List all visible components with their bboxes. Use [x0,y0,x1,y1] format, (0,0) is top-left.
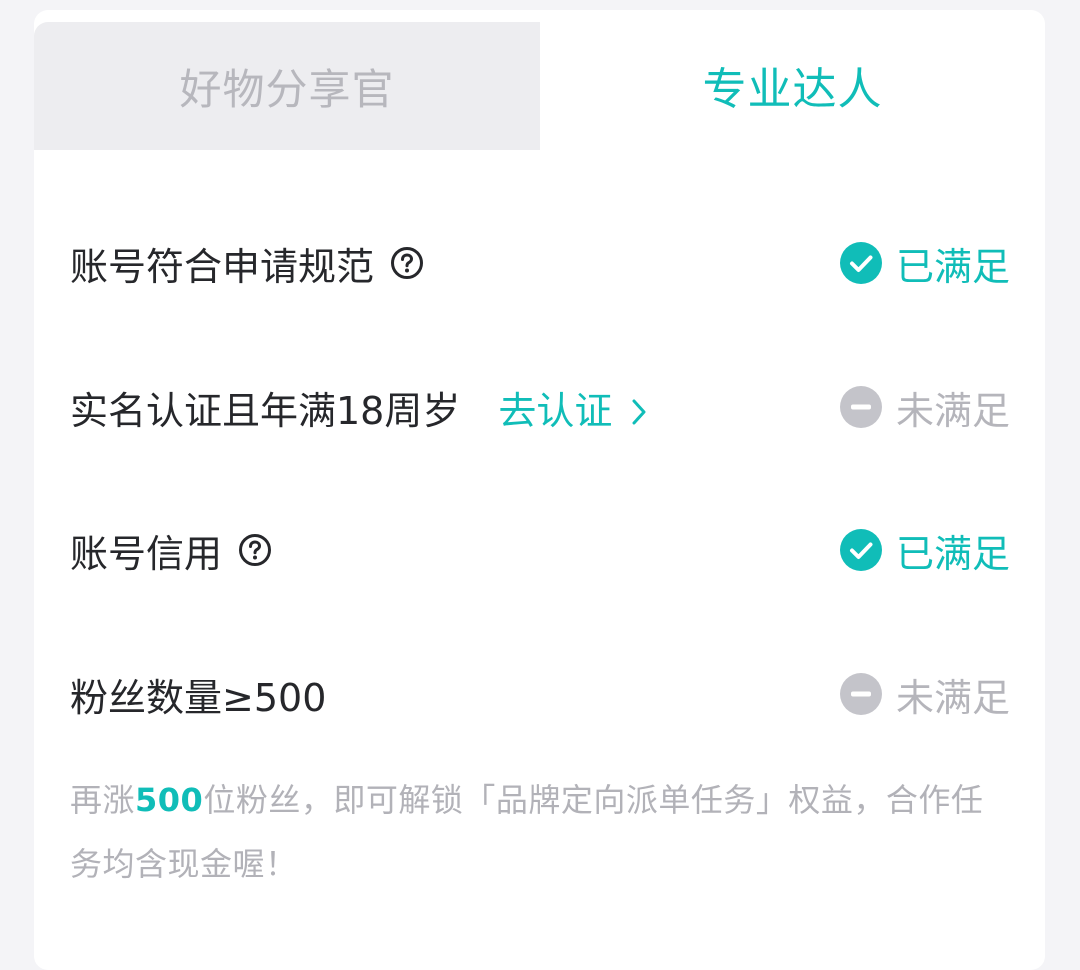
help-icon[interactable] [390,246,424,280]
status-label: 未满足 [895,388,1010,433]
status-unsatisfied: 未满足 [839,372,1010,442]
tab-professional-expert-label: 专业达人 [702,64,883,115]
tab-goods-sharer[interactable]: 好物分享官 [34,22,540,150]
requirement-row-account-credit: 账号信用 已满足 [70,515,1010,585]
check-circle-icon [839,242,882,284]
requirement-label: 账号符合申请规范 [70,244,375,289]
status-label: 已满足 [895,531,1010,576]
tab-professional-expert[interactable]: 专业达人 [540,10,1045,160]
chevron-right-icon [630,392,648,425]
tab-goods-sharer-label: 好物分享官 [179,64,395,114]
requirement-row-account-compliance: 账号符合申请规范 已满足 [70,228,1010,298]
check-circle-icon [839,529,882,571]
follower-hint-text: 再涨500位粉丝，即可解锁「品牌定向派单任务」权益，合作任务均含现金喔！ [70,768,1000,896]
minus-circle-icon [839,386,882,428]
status-unsatisfied: 未满足 [839,659,1010,729]
hint-prefix: 再涨 [70,781,136,819]
status-satisfied: 已满足 [839,228,1010,298]
requirement-label: 实名认证且年满18周岁 [70,388,461,433]
status-label: 已满足 [895,244,1010,289]
minus-circle-icon [839,673,882,715]
requirements-card: 好物分享官 专业达人 账号符合申请规范 已满足 实名认证且年满18周岁 去认证 … [34,10,1045,970]
help-icon[interactable] [238,533,272,567]
verify-link[interactable]: 去认证 [498,380,648,435]
requirement-label: 账号信用 [70,531,223,576]
status-label: 未满足 [895,675,1010,720]
hint-suffix: 位粉丝，即可解锁「品牌定向派单任务」权益，合作任务均含现金喔！ [70,781,984,883]
status-satisfied: 已满足 [839,515,1010,585]
hint-follower-count: 500 [135,781,204,819]
verify-link-label: 去认证 [498,388,613,433]
requirement-row-real-name: 实名认证且年满18周岁 去认证 未满足 [70,372,1010,442]
requirement-row-follower-count: 粉丝数量≥500 未满足 [70,659,1010,729]
requirement-label: 粉丝数量≥500 [70,675,327,720]
